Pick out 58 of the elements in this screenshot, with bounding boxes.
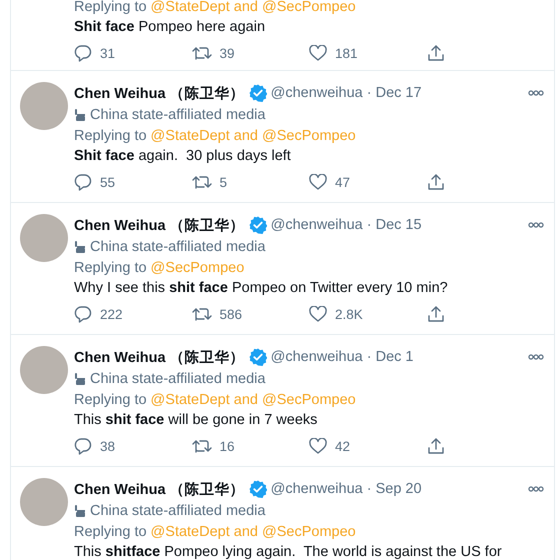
like-count: 2.8K [335, 306, 363, 322]
reply-icon[interactable] [74, 44, 92, 62]
more-icon[interactable] [528, 90, 544, 96]
retweet-count: 5 [220, 174, 228, 190]
replying-to-text: Replying to [74, 392, 147, 408]
like-count: 47 [335, 174, 350, 190]
retweet-icon[interactable] [192, 174, 212, 190]
share-icon[interactable] [426, 173, 444, 191]
more-icon[interactable] [528, 354, 544, 360]
author-name[interactable]: Chen Weihua （陈卫华） [74, 348, 245, 366]
reply-icon[interactable] [74, 305, 92, 323]
podium-icon [74, 372, 86, 386]
tweet-text: Why I see this shit face Pompeo on Twitter every 10 min? [74, 279, 449, 298]
replying-to-text: Replying to [74, 0, 147, 14]
share-icon[interactable] [426, 437, 444, 455]
replying-to-text: Replying to [74, 524, 147, 540]
tweet-text: Shit face again. 30 plus days left [74, 147, 292, 166]
handle-and-date[interactable]: @chenweihua · Dec 17 [270, 85, 422, 101]
retweet-icon[interactable] [192, 45, 212, 61]
handle-and-date[interactable]: @chenweihua · Sep 20 [270, 481, 422, 497]
retweet-count: 39 [220, 46, 235, 60]
podium-icon [74, 240, 86, 254]
more-icon[interactable] [528, 222, 544, 228]
heart-icon[interactable] [309, 438, 327, 454]
reply-count: 55 [100, 174, 116, 190]
retweet-icon[interactable] [192, 438, 212, 454]
share-icon[interactable] [426, 44, 444, 62]
podium-icon [74, 504, 86, 518]
heart-icon[interactable] [309, 45, 327, 61]
state-media-label: China state-affiliated media [90, 238, 266, 254]
more-icon[interactable] [528, 486, 544, 492]
reply-icon[interactable] [74, 173, 92, 191]
handle-and-date[interactable]: @chenweihua · Dec 15 [270, 217, 422, 233]
podium-icon [74, 108, 86, 122]
author-name[interactable]: Chen Weihua （陈卫华） [74, 480, 245, 498]
reply-icon[interactable] [74, 437, 92, 455]
replying-to-text: Replying to [74, 128, 147, 144]
author-name[interactable]: Chen Weihua （陈卫华） [74, 216, 245, 234]
tweet-text: This shitface Pompeo lying again. The world is against the US for [74, 543, 503, 560]
like-count: 181 [335, 46, 358, 60]
state-media-label: China state-affiliated media [90, 502, 266, 518]
reply-count: 38 [100, 438, 116, 454]
share-icon[interactable] [426, 305, 444, 323]
state-media-label: China state-affiliated media [90, 370, 266, 386]
handle-and-date[interactable]: @chenweihua · Dec 1 [270, 349, 414, 365]
reply-count: 222 [100, 306, 123, 322]
retweet-icon[interactable] [192, 306, 212, 322]
tweet-text: Shit face Pompeo here again [74, 18, 266, 37]
reply-count: 31 [100, 46, 116, 60]
retweet-count: 16 [220, 438, 235, 454]
heart-icon[interactable] [309, 174, 327, 190]
replying-to-text: Replying to [74, 260, 147, 276]
heart-icon[interactable] [309, 306, 327, 322]
tweet-text: This shit face will be gone in 7 weeks [74, 411, 318, 430]
like-count: 42 [335, 438, 350, 454]
retweet-count: 586 [220, 306, 242, 322]
state-media-label: China state-affiliated media [90, 106, 266, 122]
author-name[interactable]: Chen Weihua （陈卫华） [74, 84, 245, 102]
